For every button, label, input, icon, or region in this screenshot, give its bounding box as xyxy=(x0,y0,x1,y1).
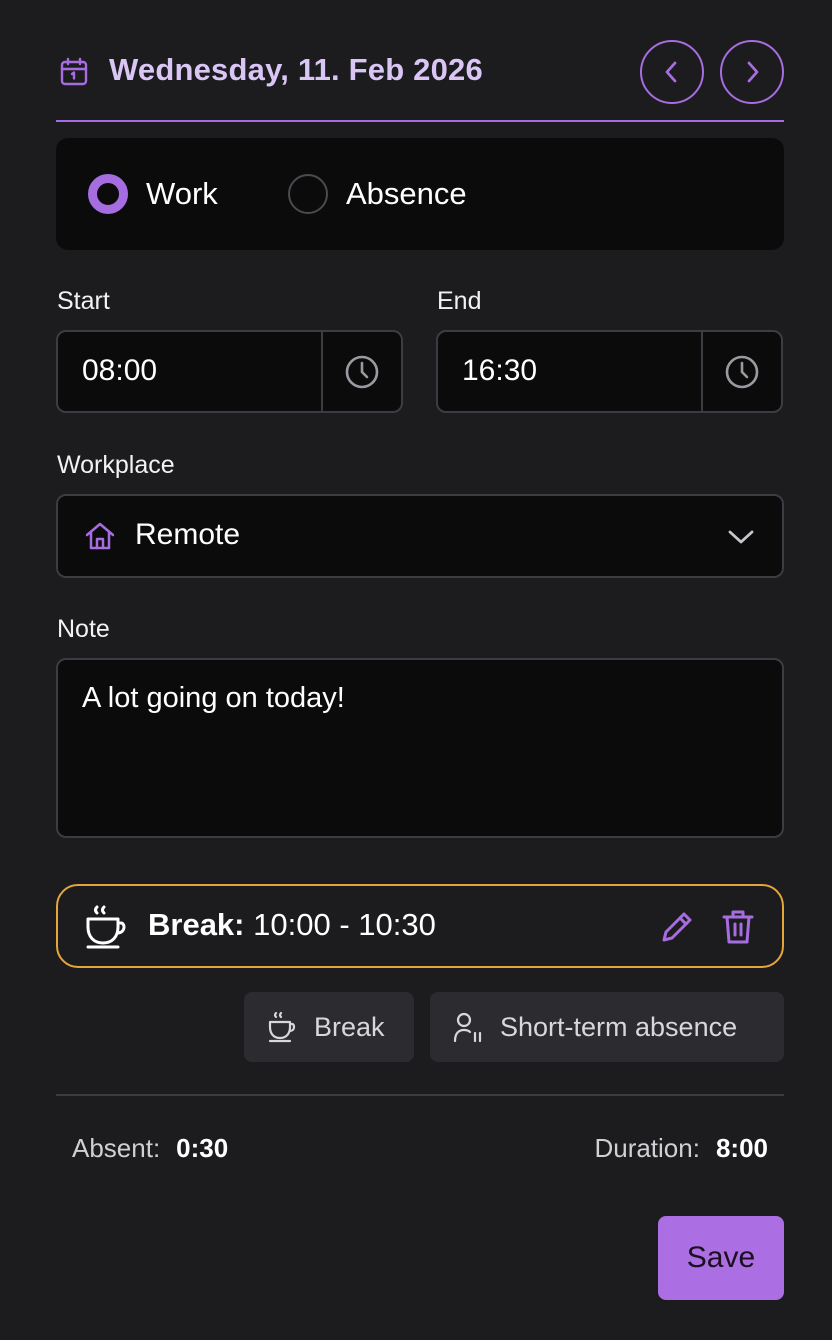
absent-summary: Absent: 0:30 xyxy=(72,1133,228,1164)
next-day-button[interactable] xyxy=(720,40,784,104)
entry-type-group: Work Absence xyxy=(56,138,784,250)
start-time-input[interactable]: 08:00 xyxy=(56,330,403,413)
pencil-icon[interactable] xyxy=(658,908,696,946)
date-header: Wednesday, 11. Feb 2026 xyxy=(56,38,784,122)
start-time-picker-button[interactable] xyxy=(321,332,401,411)
break-entry-title: Break: xyxy=(148,907,245,942)
absence-radio-dot[interactable] xyxy=(288,174,328,214)
work-radio[interactable]: Work xyxy=(88,174,218,214)
save-button[interactable]: Save xyxy=(658,1216,784,1300)
start-time-value[interactable]: 08:00 xyxy=(82,354,157,388)
end-label: End xyxy=(437,287,482,315)
end-time-picker-button[interactable] xyxy=(701,332,781,411)
clock-icon xyxy=(725,355,759,388)
coffee-icon xyxy=(268,1011,296,1043)
note-label: Note xyxy=(57,615,110,643)
absent-label: Absent: xyxy=(72,1133,161,1163)
add-break-label[interactable]: Break xyxy=(314,1012,385,1043)
chevron-down-icon xyxy=(728,530,754,544)
break-entry: Break: 10:00 - 10:30 xyxy=(56,884,784,968)
duration-summary: Duration: 8:00 xyxy=(594,1133,768,1164)
clock-icon xyxy=(345,355,379,388)
add-short-term-absence-button[interactable]: Short-term absence xyxy=(430,992,784,1062)
trash-icon[interactable] xyxy=(720,908,756,946)
user-pause-icon xyxy=(453,1012,482,1043)
chevron-right-icon xyxy=(747,61,759,83)
duration-value: 8:00 xyxy=(715,1133,768,1163)
previous-day-button[interactable] xyxy=(640,40,704,104)
absence-radio[interactable]: Absence xyxy=(288,174,467,214)
break-entry-text: Break: 10:00 - 10:30 xyxy=(148,907,436,943)
note-textarea[interactable]: A lot going on today! xyxy=(56,658,784,838)
coffee-icon xyxy=(86,905,126,949)
time-entry-form: Wednesday, 11. Feb 2026 Work Absence Sta… xyxy=(0,0,832,1340)
work-radio-label[interactable]: Work xyxy=(146,176,218,212)
add-short-term-absence-label[interactable]: Short-term absence xyxy=(500,1012,737,1043)
workplace-value[interactable]: Remote xyxy=(135,518,240,552)
add-break-button[interactable]: Break xyxy=(244,992,414,1062)
chevron-left-icon xyxy=(665,61,677,83)
workplace-select[interactable]: Remote xyxy=(56,494,784,578)
end-time-input[interactable]: 16:30 xyxy=(436,330,783,413)
home-icon xyxy=(85,522,115,550)
absence-radio-label[interactable]: Absence xyxy=(346,176,467,212)
duration-label: Duration: xyxy=(594,1133,700,1163)
divider xyxy=(56,1094,784,1096)
work-radio-dot[interactable] xyxy=(88,174,128,214)
absent-value: 0:30 xyxy=(176,1133,229,1163)
date-title: Wednesday, 11. Feb 2026 xyxy=(109,52,483,87)
start-label: Start xyxy=(57,287,110,315)
break-entry-time: 10:00 - 10:30 xyxy=(253,907,436,942)
end-time-value[interactable]: 16:30 xyxy=(462,354,537,388)
workplace-label: Workplace xyxy=(57,451,175,479)
calendar-icon xyxy=(60,57,88,86)
